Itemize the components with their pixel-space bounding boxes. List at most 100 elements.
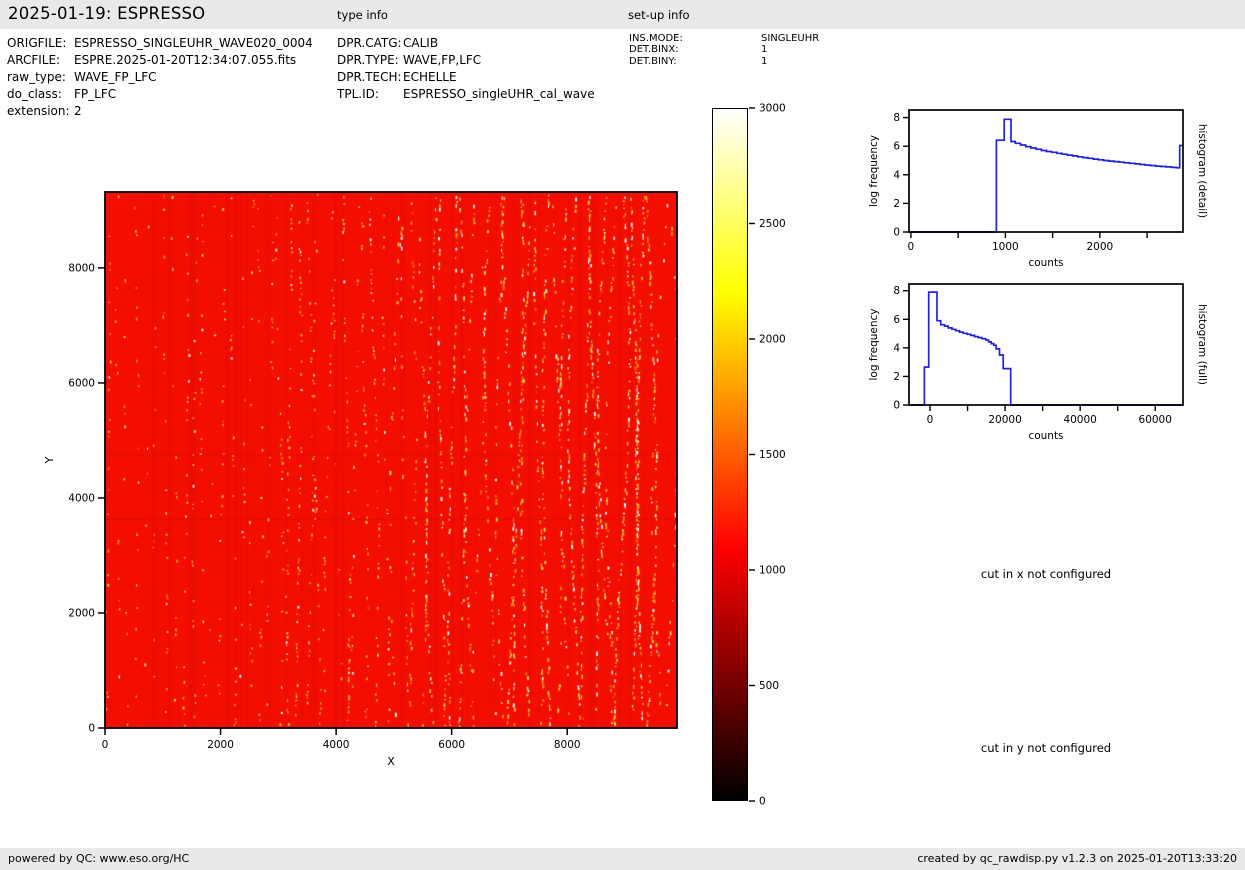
histogram-curve [909,119,1183,232]
metadata-row: INS.MODE:SINGLEUHR [629,33,819,44]
x-tick-label: 1000 [992,241,1019,253]
y-tick-label: 0 [893,227,900,239]
metadata-label: TPL.ID: [337,86,403,103]
raw-detector-image [105,192,677,728]
top-bar: 2025-01-19: ESPRESSO type info set-up in… [0,0,1245,29]
metadata-value: WAVE,FP,LFC [403,52,481,69]
y-axis-label: log frequency [868,308,880,380]
metadata-row: DET.BINX:1 [629,44,819,55]
colorbar-tick-label: 500 [759,680,779,692]
plot-side-title: histogram (detail) [1196,124,1208,218]
metadata-value: 2 [74,103,82,120]
y-tick-label: 8 [893,112,900,124]
x-axis-label: X [387,755,395,768]
y-tick-label: 4000 [68,492,95,504]
histogram-curve [909,292,1183,405]
cut-x-status: cut in x not configured [981,567,1111,581]
metadata-row: DPR.TYPE:WAVE,FP,LFC [337,52,595,69]
y-tick-label: 6 [893,314,900,326]
colorbar-axis: 0 500 1000 1500 2000 2500 3000 [749,100,819,815]
qc-report-page: 2025-01-19: ESPRESSO type info set-up in… [0,0,1245,870]
metadata-value: ECHELLE [403,69,457,86]
y-tick-label: 8000 [68,262,95,274]
histogram-detail-plot: 0 1000 2000 0 2 4 6 8 counts log frequency histogr… [860,95,1245,275]
y-tick-label: 2000 [68,607,95,619]
metadata-label: DPR.TECH: [337,69,403,86]
x-tick-label: 0 [927,414,934,426]
colorbar-tick-label: 1500 [759,449,786,461]
colorbar-tick-label: 3000 [759,103,786,115]
x-tick-label: 0 [908,241,915,253]
y-tick-label: 4 [893,169,900,181]
metadata-value: CALIB [403,35,438,52]
metadata-row: DPR.TECH:ECHELLE [337,69,595,86]
type-info-table: DPR.CATG:CALIBDPR.TYPE:WAVE,FP,LFCDPR.TE… [337,35,595,103]
metadata-value: WAVE_FP_LFC [74,69,157,86]
x-axis-label: counts [1028,430,1063,442]
cut-y-status: cut in y not configured [981,741,1111,755]
colorbar [712,108,748,801]
y-tick-label: 8 [893,285,900,297]
y-tick-label: 2 [893,198,900,210]
y-axis-label: log frequency [868,135,880,207]
histogram-full-plot: 0 20000 40000 60000 0 2 4 6 8 counts log frequency… [860,268,1245,448]
metadata-label: raw_type: [7,69,74,86]
y-tick-label: 6 [893,141,900,153]
x-tick-label: 20000 [988,414,1021,426]
metadata-value: 1 [761,56,767,67]
metadata-row: ARCFILE:ESPRE.2025-01-20T12:34:07.055.fi… [7,52,313,69]
y-tick-label: 0 [88,723,95,735]
x-tick-label: 2000 [1086,241,1113,253]
metadata-row: DET.BINY:1 [629,56,819,67]
metadata-label: DPR.CATG: [337,35,403,52]
y-tick-label: 4 [893,342,900,354]
page-title: 2025-01-19: ESPRESSO [8,4,205,23]
x-tick-label: 2000 [207,739,234,751]
x-tick-label: 6000 [438,739,465,751]
x-tick-label: 60000 [1139,414,1172,426]
metadata-label: ARCFILE: [7,52,74,69]
metadata-row: TPL.ID:ESPRESSO_singleUHR_cal_wave [337,86,595,103]
y-tick-label: 6000 [68,377,95,389]
y-tick-label: 2 [893,371,900,383]
setup-info-heading: set-up info [628,8,690,22]
x-tick-label: 4000 [323,739,350,751]
metadata-label: do_class: [7,86,74,103]
metadata-label: DET.BINY: [629,56,761,67]
footer-right: created by qc_rawdisp.py v1.2.3 on 2025-… [917,848,1237,870]
metadata-row: raw_type:WAVE_FP_LFC [7,69,313,86]
type-info-heading: type info [337,8,388,22]
file-info-table: ORIGFILE:ESPRESSO_SINGLEUHR_WAVE020_0004… [7,35,313,120]
colorbar-tick-label: 2500 [759,218,786,230]
metadata-row: DPR.CATG:CALIB [337,35,595,52]
x-axis-label: counts [1028,257,1063,269]
metadata-value: SINGLEUHR [761,33,819,44]
metadata-row: ORIGFILE:ESPRESSO_SINGLEUHR_WAVE020_0004 [7,35,313,52]
plot-border [909,110,1183,232]
plot-side-title: histogram (full) [1196,304,1208,385]
colorbar-tick-label: 0 [759,796,766,808]
x-tick-label: 8000 [554,739,581,751]
y-axis-label: Y [43,456,56,464]
plot-border [909,284,1183,405]
y-tick-label: 0 [893,400,900,412]
metadata-row: extension:2 [7,103,313,120]
setup-info-table: INS.MODE:SINGLEUHRDET.BINX:1DET.BINY:1 [629,33,819,67]
metadata-value: ESPRESSO_singleUHR_cal_wave [403,86,595,103]
metadata-label: extension: [7,103,74,120]
footer-bar: powered by QC: www.eso.org/HC created by… [0,848,1245,870]
metadata-value: ESPRESSO_SINGLEUHR_WAVE020_0004 [74,35,313,52]
metadata-label: ORIGFILE: [7,35,74,52]
metadata-value: 1 [761,44,767,55]
metadata-label: INS.MODE: [629,33,761,44]
metadata-value: ESPRE.2025-01-20T12:34:07.055.fits [74,52,296,69]
footer-left: powered by QC: www.eso.org/HC [8,848,189,870]
x-tick-label: 40000 [1063,414,1096,426]
colorbar-tick-label: 2000 [759,334,786,346]
colorbar-tick-label: 1000 [759,565,786,577]
metadata-label: DET.BINX: [629,44,761,55]
metadata-value: FP_LFC [74,86,116,103]
x-tick-label: 0 [102,739,109,751]
metadata-row: do_class:FP_LFC [7,86,313,103]
metadata-label: DPR.TYPE: [337,52,403,69]
